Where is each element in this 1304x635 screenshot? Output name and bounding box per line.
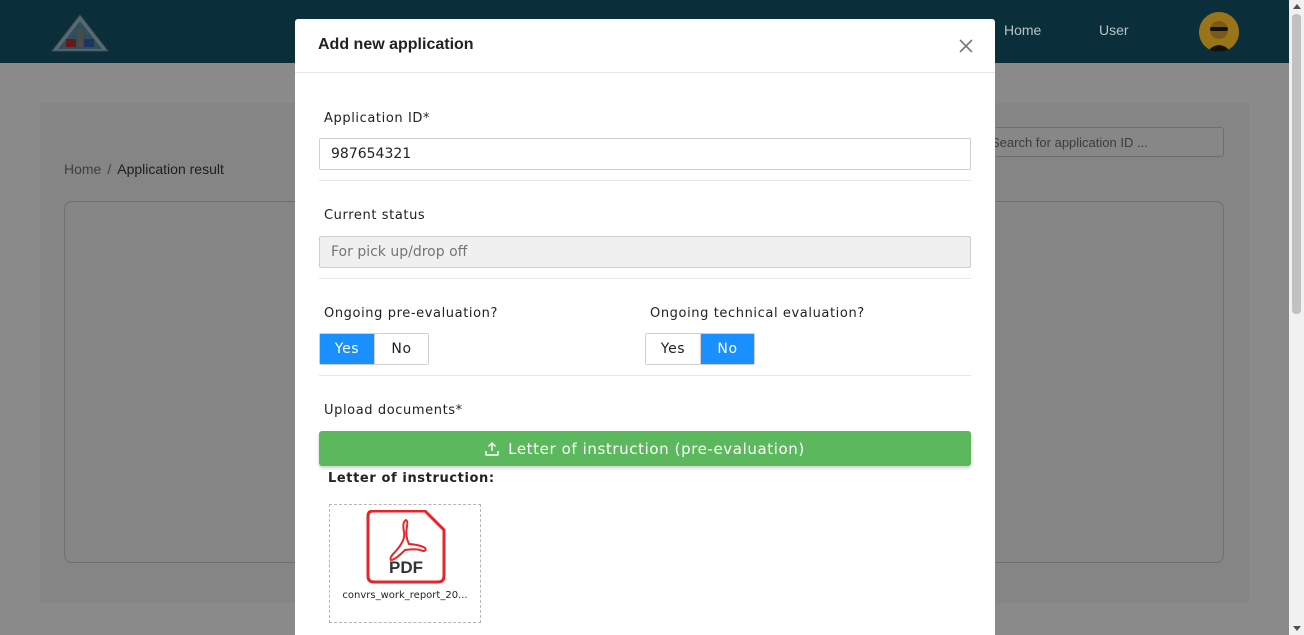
application-id-input[interactable] [319,138,971,170]
scroll-down-icon[interactable] [1293,626,1301,631]
pdf-file-icon: PDF [366,510,446,584]
modal-title: Add new application [318,36,474,53]
divider [319,375,971,376]
technical-evaluation-no-button[interactable]: No [700,334,754,364]
modal-header: Add new application [295,19,995,73]
scroll-up-icon[interactable] [1293,4,1301,9]
upload-letter-button[interactable]: Letter of instruction (pre-evaluation) [319,431,971,466]
search-input[interactable]: Search for application ID ... [980,127,1224,157]
current-status-input [319,236,971,268]
breadcrumb-separator: / [107,161,112,177]
divider [319,180,971,181]
technical-evaluation-label: Ongoing technical evaluation? [650,306,865,321]
search-placeholder: Search for application ID ... [991,135,1148,150]
uploaded-file-card[interactable]: PDF convrs_work_report_20... [329,504,481,623]
upload-icon [485,441,499,456]
uploaded-file-name: convrs_work_report_20... [342,590,468,601]
nav-link-home[interactable]: Home [1004,22,1041,38]
scrollbar-thumb[interactable] [1292,14,1301,314]
page-scrollbar[interactable] [1289,0,1304,635]
breadcrumb-home[interactable]: Home [64,161,101,177]
pdf-icon-text: PDF [389,558,423,577]
letter-of-instruction-label: Letter of instruction: [328,471,495,486]
breadcrumb-current: Application result [117,161,224,177]
application-id-label: Application ID* [324,111,431,126]
user-avatar[interactable] [1199,12,1239,52]
close-icon[interactable] [957,37,975,55]
upload-letter-button-label: Letter of instruction (pre-evaluation) [508,439,805,458]
pre-evaluation-no-button[interactable]: No [374,334,428,364]
technical-evaluation-toggle: Yes No [645,333,755,365]
pre-evaluation-toggle: Yes No [319,333,429,365]
add-application-modal: Add new application Application ID* Curr… [295,19,995,635]
divider [319,278,971,279]
current-status-label: Current status [324,208,426,223]
technical-evaluation-yes-button[interactable]: Yes [646,334,700,364]
upload-documents-label: Upload documents* [324,403,463,418]
avatar-icon [1199,12,1239,52]
breadcrumb: Home / Application result [64,161,224,177]
organization-logo[interactable] [50,13,110,53]
pre-evaluation-label: Ongoing pre-evaluation? [324,306,498,321]
pre-evaluation-yes-button[interactable]: Yes [320,334,374,364]
nav-link-user[interactable]: User [1099,22,1129,38]
